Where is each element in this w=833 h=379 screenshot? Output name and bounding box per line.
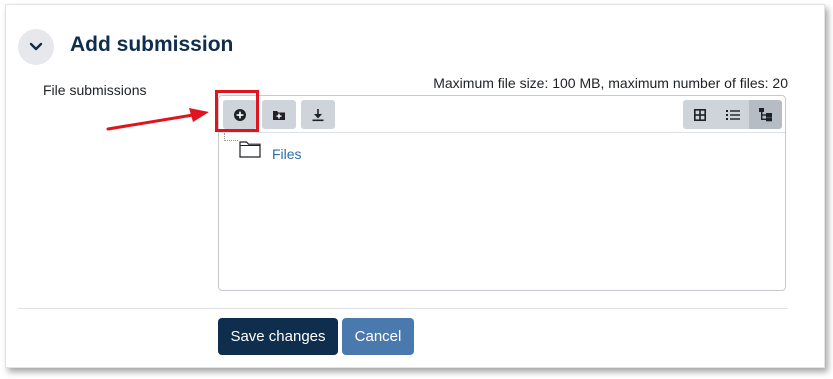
download-icon — [312, 108, 324, 121]
list-view-icon — [725, 109, 740, 120]
list-view-button[interactable] — [716, 100, 749, 129]
form-divider — [18, 308, 788, 309]
tree-view-icon — [758, 107, 772, 121]
tree-connector — [224, 140, 238, 142]
tree-view-button[interactable] — [749, 100, 782, 129]
file-manager-toolbar — [219, 96, 785, 133]
collapse-section-button[interactable] — [18, 29, 54, 65]
grid-view-icon — [693, 108, 706, 121]
annotation-arrow-icon — [106, 108, 209, 131]
file-submissions-label: File submissions — [43, 82, 147, 98]
file-manager — [218, 95, 786, 291]
view-switcher — [683, 100, 782, 129]
annotation-highlight-box — [215, 90, 259, 132]
folder-icon — [239, 141, 261, 158]
grid-view-button[interactable] — [683, 100, 716, 129]
chevron-down-icon — [29, 42, 43, 51]
create-folder-icon — [273, 110, 285, 120]
download-all-button[interactable] — [301, 100, 335, 129]
cancel-button[interactable]: Cancel — [342, 318, 414, 355]
files-folder-link[interactable]: Files — [272, 146, 302, 162]
upload-limits-text: Maximum file size: 100 MB, maximum numbe… — [433, 75, 788, 91]
create-folder-button[interactable] — [262, 100, 296, 129]
section-title: Add submission — [70, 33, 234, 56]
save-changes-button[interactable]: Save changes — [218, 318, 338, 355]
